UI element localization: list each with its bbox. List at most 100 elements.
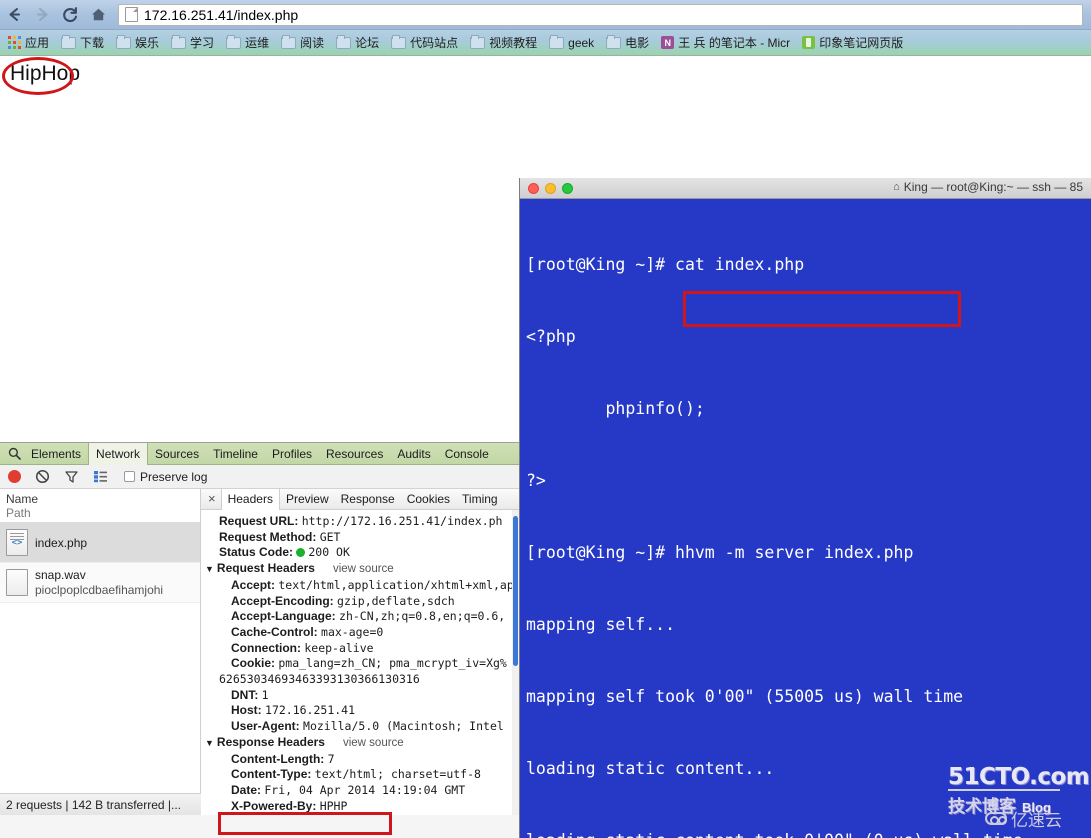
header-key: Content-Type: — [231, 767, 312, 782]
tab-network[interactable]: Network — [88, 443, 149, 465]
tab-resources[interactable]: Resources — [319, 444, 390, 464]
bookmark-label: 印象笔记网页版 — [819, 36, 904, 50]
request-header-row: Accept-Encoding: gzip,deflate,sdch — [201, 594, 519, 610]
header-value: Fri, 04 Apr 2014 14:19:04 GMT — [264, 782, 466, 797]
folder-icon — [391, 34, 407, 49]
bookmark-label: geek — [568, 35, 595, 50]
tab-timeline[interactable]: Timeline — [206, 444, 265, 464]
header-value: 62653034693463393130366130316 — [219, 672, 420, 687]
bookmark-onenote[interactable]: N 王 兵 的笔记本 - Micr — [658, 33, 797, 53]
response-header-row: Date: Fri, 04 Apr 2014 14:19:04 GMT — [201, 783, 519, 799]
terminal-window: ⌂ King — root@King:~ — ssh — 85 [root@Ki… — [519, 178, 1091, 838]
back-arrow-icon — [6, 6, 23, 23]
bookmark-label: 代码站点 — [410, 36, 459, 50]
folder-icon — [336, 34, 352, 49]
tab-response[interactable]: Response — [335, 489, 401, 509]
bookmark-folder-7[interactable]: 代码站点 — [388, 33, 465, 53]
table-row[interactable]: snap.wav pioclpoplcdbaefihamjohi — [0, 563, 200, 603]
forward-arrow-icon — [34, 6, 51, 23]
back-button[interactable] — [0, 1, 28, 29]
list-view-icon[interactable] — [93, 470, 108, 483]
tab-profiles[interactable]: Profiles — [265, 444, 319, 464]
code-file-icon: <> — [6, 529, 28, 556]
tab-console[interactable]: Console — [438, 444, 496, 464]
record-icon[interactable] — [8, 470, 21, 483]
header-key: Content-Length: — [231, 751, 325, 766]
header-key: Status Code: — [219, 545, 294, 560]
tab-audits[interactable]: Audits — [390, 444, 437, 464]
preserve-log-toggle[interactable]: Preserve log — [124, 470, 207, 484]
bookmark-folder-1[interactable]: 下载 — [58, 33, 111, 53]
detail-tabbar: × Headers Preview Response Cookies Timin… — [201, 489, 519, 510]
search-icon[interactable] — [4, 447, 24, 460]
filter-icon[interactable] — [64, 469, 79, 484]
network-request-list: Name Path <> index.php snap.wav pioclpop… — [0, 489, 201, 815]
header-key: DNT: — [231, 687, 259, 702]
bookmark-folder-3[interactable]: 学习 — [168, 33, 221, 53]
headers-content: Request URL: http://172.16.251.41/index.… — [201, 510, 519, 814]
folder-icon — [61, 34, 77, 49]
bookmark-folder-4[interactable]: 运维 — [223, 33, 276, 53]
folder-icon — [116, 34, 132, 49]
folder-icon — [549, 34, 565, 49]
tab-timing[interactable]: Timing — [456, 489, 504, 509]
header-key: Accept-Encoding: — [231, 593, 334, 608]
tab-sources[interactable]: Sources — [148, 444, 206, 464]
tab-elements[interactable]: Elements — [24, 444, 88, 464]
close-icon[interactable]: × — [203, 492, 221, 505]
close-icon[interactable] — [528, 182, 539, 194]
view-source-link[interactable]: view source — [343, 737, 404, 749]
forward-button[interactable] — [28, 1, 56, 29]
view-source-link[interactable]: view source — [333, 563, 394, 575]
terminal-titlebar[interactable]: ⌂ King — root@King:~ — ssh — 85 — [520, 178, 1091, 199]
request-header-row: Cookie: pma_lang=zh_CN; pma_mcrypt_iv=Xg… — [201, 656, 519, 672]
bookmark-folder-9[interactable]: geek — [546, 33, 601, 53]
devtools-split: Name Path <> index.php snap.wav pioclpop… — [0, 489, 519, 815]
bookmark-label: 应用 — [25, 36, 50, 50]
bookmark-evernote[interactable]: 印象笔记网页版 — [799, 33, 910, 53]
response-headers-section[interactable]: ▼ Response Headers view source — [201, 735, 519, 752]
request-headers-section[interactable]: ▼ Request Headers view source — [201, 561, 519, 578]
preserve-log-checkbox[interactable] — [124, 471, 135, 482]
tab-cookies[interactable]: Cookies — [401, 489, 456, 509]
header-status-code: Status Code: 200 OK — [201, 545, 519, 561]
tab-headers[interactable]: Headers — [220, 489, 280, 510]
request-header-row: Cache-Control: max-age=0 — [201, 625, 519, 641]
bookmark-folder-8[interactable]: 视频教程 — [467, 33, 544, 53]
header-key: Date: — [231, 782, 262, 797]
bookmark-label: 学习 — [190, 36, 215, 50]
bookmark-folder-2[interactable]: 娱乐 — [113, 33, 166, 53]
header-key: Host: — [231, 703, 262, 718]
table-row[interactable]: <> index.php — [0, 523, 200, 563]
browser-toolbar: 172.16.251.41/index.php — [0, 0, 1091, 30]
header-value: GET — [319, 529, 341, 544]
terminal-line: loading static content... — [526, 759, 775, 778]
reload-button[interactable] — [56, 1, 84, 29]
minimize-icon[interactable] — [545, 182, 556, 194]
folder-icon — [281, 34, 297, 49]
status-badge: 200 OK — [308, 545, 350, 560]
bookmark-folder-5[interactable]: 阅读 — [278, 33, 331, 53]
bookmark-apps[interactable]: 应用 — [5, 33, 56, 53]
terminal-line: <?php — [526, 327, 576, 346]
home-button[interactable] — [84, 1, 112, 29]
detail-scrollbar[interactable] — [512, 510, 519, 815]
terminal-line: ?> — [526, 471, 546, 490]
header-key: Accept: — [231, 577, 276, 592]
terminal-output[interactable]: [root@King ~]# cat index.php <?php phpin… — [520, 199, 1091, 838]
folder-icon — [171, 34, 187, 49]
request-header-row: User-Agent: Mozilla/5.0 (Macintosh; Inte… — [201, 719, 519, 735]
terminal-line: [root@King ~]# cat index.php — [526, 255, 805, 274]
reload-arrow-icon — [61, 6, 79, 24]
section-title: Request Headers — [216, 561, 315, 576]
terminal-line: phpinfo(); — [526, 399, 705, 418]
maximize-icon[interactable] — [562, 182, 573, 194]
tab-preview[interactable]: Preview — [280, 489, 335, 509]
bookmark-folder-6[interactable]: 论坛 — [333, 33, 386, 53]
request-list-header[interactable]: Name Path — [0, 489, 200, 523]
address-bar[interactable]: 172.16.251.41/index.php — [118, 3, 1083, 26]
folder-icon — [226, 34, 242, 49]
clear-icon[interactable] — [35, 469, 50, 484]
devtools-tabbar: Elements Network Sources Timeline Profil… — [0, 443, 519, 465]
bookmark-folder-10[interactable]: 电影 — [603, 33, 656, 53]
